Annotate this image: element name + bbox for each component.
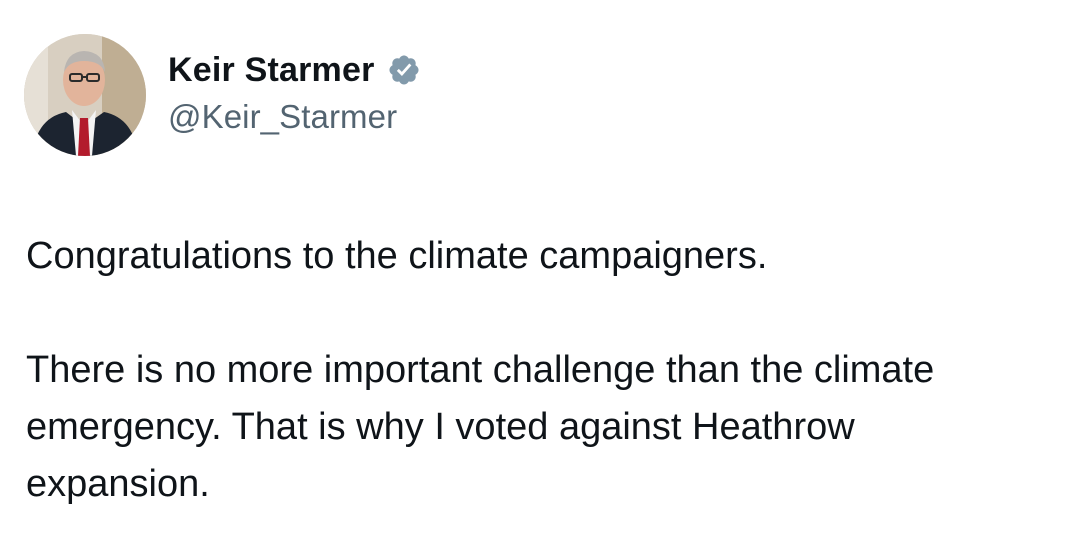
verified-badge-icon: [388, 55, 419, 85]
author-avatar[interactable]: [24, 34, 146, 156]
profile-photo-icon: [24, 34, 146, 156]
tweet-paragraph-2: There is no more important challenge tha…: [26, 349, 935, 505]
tweet-text: Congratulations to the climate campaigne…: [26, 228, 1046, 513]
tweet-paragraph-1: Congratulations to the climate campaigne…: [26, 235, 768, 277]
tweet-card: Keir Starmer @Keir_Starmer Congratulatio…: [0, 0, 1069, 548]
author-handle[interactable]: @Keir_Starmer: [168, 98, 397, 136]
author-name-row[interactable]: Keir Starmer: [168, 44, 421, 96]
author-name[interactable]: Keir Starmer: [168, 51, 375, 90]
